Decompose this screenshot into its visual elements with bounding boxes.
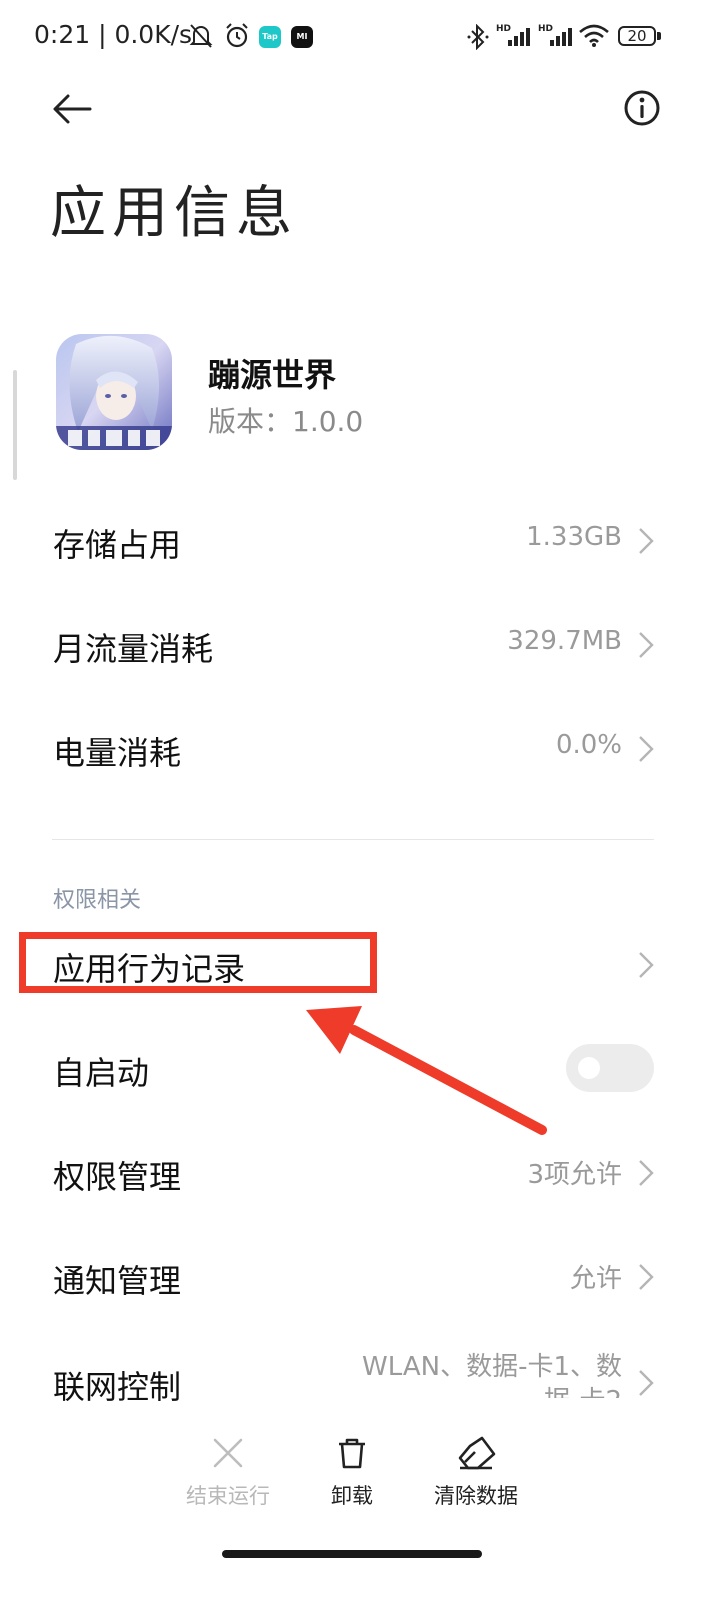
autostart-toggle[interactable] bbox=[566, 1044, 654, 1092]
battery-usage-label: 电量消耗 bbox=[53, 734, 182, 772]
info-button[interactable] bbox=[622, 88, 662, 128]
battery-usage-value: 0.0% bbox=[555, 730, 622, 760]
status-time-speed: 0:21 | 0.0K/s bbox=[34, 20, 193, 49]
annotation-arrow-icon bbox=[306, 1006, 547, 1135]
toggle-knob bbox=[578, 1057, 600, 1079]
uninstall-button[interactable]: 卸载 bbox=[292, 1416, 412, 1516]
permissions-section-header: 权限相关 bbox=[53, 888, 142, 913]
chevron-right-icon bbox=[639, 1160, 654, 1186]
clear-data-button[interactable]: 清除数据 bbox=[416, 1416, 536, 1516]
bell-muted-icon bbox=[189, 24, 213, 48]
storage-usage-row[interactable]: 存储占用 1.33GB bbox=[0, 500, 720, 580]
network-control-value: WLAN、数据-卡1、数据-卡2 bbox=[362, 1352, 622, 1398]
bottom-action-bar: 结束运行 卸载 清除数据 bbox=[0, 1416, 720, 1526]
signal-icon bbox=[508, 28, 530, 46]
force-stop-label: 结束运行 bbox=[186, 1484, 270, 1508]
network-control-label: 联网控制 bbox=[53, 1368, 182, 1406]
battery-cap bbox=[657, 32, 661, 40]
section-divider bbox=[52, 839, 654, 840]
notification-manage-value: 允许 bbox=[569, 1264, 622, 1294]
monthly-data-label: 月流量消耗 bbox=[53, 630, 214, 668]
taptap-badge-icon: Tap bbox=[259, 26, 281, 48]
home-indicator[interactable] bbox=[222, 1550, 482, 1558]
app-icon bbox=[56, 334, 172, 450]
scroll-indicator bbox=[13, 370, 17, 480]
trash-icon bbox=[339, 1438, 365, 1469]
bluetooth-icon bbox=[467, 24, 489, 50]
mi-music-badge-icon: MI bbox=[291, 26, 313, 48]
app-name: 蹦源世界 bbox=[208, 356, 337, 394]
uninstall-label: 卸载 bbox=[331, 1484, 373, 1508]
chevron-right-icon bbox=[639, 528, 654, 554]
chevron-right-icon bbox=[639, 1370, 654, 1396]
permission-manage-label: 权限管理 bbox=[53, 1158, 182, 1196]
clear-data-label: 清除数据 bbox=[434, 1484, 518, 1508]
eraser-icon bbox=[458, 1436, 496, 1470]
alarm-icon bbox=[226, 23, 248, 48]
signal-icon bbox=[550, 28, 572, 46]
wifi-icon bbox=[579, 24, 609, 47]
storage-usage-label: 存储占用 bbox=[53, 526, 182, 564]
back-button[interactable] bbox=[50, 88, 94, 132]
storage-usage-value: 1.33GB bbox=[526, 522, 622, 552]
page-title: 应用信息 bbox=[50, 181, 298, 246]
status-bar: 0:21 | 0.0K/s Tap MI HD HD 20 bbox=[0, 0, 720, 76]
chevron-right-icon bbox=[639, 952, 654, 978]
monthly-data-value: 329.7MB bbox=[507, 626, 622, 656]
monthly-data-row[interactable]: 月流量消耗 329.7MB bbox=[0, 604, 720, 684]
arrow-left-icon bbox=[53, 94, 92, 124]
close-icon bbox=[213, 1438, 243, 1468]
app-version: 版本：1.0.0 bbox=[208, 405, 364, 438]
battery-indicator: 20 bbox=[618, 26, 656, 46]
force-stop-button[interactable]: 结束运行 bbox=[168, 1416, 288, 1516]
chevron-right-icon bbox=[639, 632, 654, 658]
chevron-right-icon bbox=[639, 736, 654, 762]
autostart-label: 自启动 bbox=[53, 1054, 150, 1092]
chevron-right-icon bbox=[639, 1264, 654, 1290]
annotation-highlight-box bbox=[19, 932, 377, 993]
info-icon bbox=[624, 90, 660, 126]
battery-usage-row[interactable]: 电量消耗 0.0% bbox=[0, 708, 720, 788]
notification-manage-label: 通知管理 bbox=[53, 1262, 182, 1300]
permission-manage-value: 3项允许 bbox=[527, 1160, 622, 1190]
notification-manage-row[interactable]: 通知管理 允许 bbox=[0, 1236, 720, 1316]
